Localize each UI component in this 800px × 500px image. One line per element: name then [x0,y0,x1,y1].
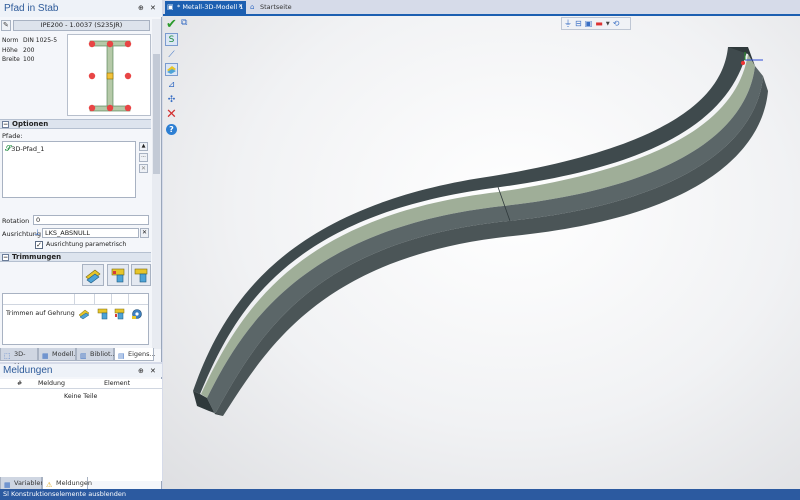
trims-table-header [3,294,148,305]
tab-label: Startseite [260,3,292,11]
profile-pick-button[interactable]: ✎ [1,20,11,31]
messages-panel: Meldungen ⊕ ✕ # Meldung Element Keine Te… [0,364,162,490]
paths-label: Pfade: [2,132,23,140]
tab-model[interactable]: ▦ Modell... [38,348,80,361]
property-label: Höhe [2,46,18,54]
trim-miter-button[interactable] [82,264,104,286]
tab-start-page[interactable]: ⌂ Startseite [249,1,299,14]
alignment-clear-button[interactable]: ✕ [140,228,149,238]
library-icon: ▥ [80,352,87,360]
properties-icon: ▤ [118,352,125,360]
parametric-checkbox[interactable]: ✓ [35,241,43,249]
pencil-icon: ✎ [3,21,9,29]
paths-list[interactable]: 𝓢3D-Pfad_1 [2,141,136,198]
document-tab-bar: ▣ * Metall-3D-Modell 1 ✕ ⌂ Startseite [163,0,800,14]
trim-straight-button[interactable] [107,264,129,286]
options-section-header[interactable]: − Optionen [0,119,151,129]
path-remove-button[interactable]: ··· [139,153,148,162]
table-row[interactable]: Trimmen auf Gehrung [3,306,148,321]
parametric-label: Ausrichtung parametrisch [46,241,127,248]
tab-label: * Metall-3D-Modell 1 [177,3,244,11]
column-header[interactable]: Meldung [38,379,65,388]
status-bar: Sl Konstruktionselemente ausblenden [0,489,800,500]
trims-table: Trimmen auf Gehrung [2,293,149,345]
butt-joint-icon [134,268,148,283]
pin-icon[interactable]: ⊕ [138,367,144,375]
trim-row-label: Trimmen auf Gehrung [6,310,75,317]
panel-scrollbar[interactable] [152,19,161,349]
path-up-button[interactable]: ▲ [139,142,148,151]
tab-label: Eigens... [128,350,156,358]
close-icon[interactable]: ✕ [150,4,156,12]
collapse-toggle-icon[interactable]: − [2,253,9,261]
property-row: Höhe 200 [2,46,62,56]
panel-tabs: ⬚3D-Mo... ▦Modell... ▥Bibliot... ▤Eigens… [0,348,162,370]
column-header[interactable]: # [17,379,22,388]
property-value: 200 [23,46,35,54]
property-value: 100 [23,56,35,63]
model-tree-icon: ⬚ [4,352,11,360]
rotation-input[interactable]: 0 [33,215,149,225]
miter-icon [85,269,101,284]
straight-cut-icon [111,268,125,283]
viewport-3d[interactable]: ⧉ ✔ S ⟋ ⊿ ✣ ✕ ? ⏚ ⊟ ▣ ▬ ▼ ⟲ [163,14,800,489]
profile-preview [67,34,151,116]
home-icon: ⌂ [250,3,255,11]
property-label: Breite [2,56,20,63]
close-icon[interactable]: ✕ [150,367,156,375]
profile-properties: Norm DIN 1025-5 Höhe 200 Breite 100 [2,36,62,65]
profile-name-field[interactable]: IPE200 - 1.0037 (S235JR) [13,20,150,31]
pin-icon[interactable]: ⊕ [138,4,144,12]
tab-label: Meldungen [56,479,93,487]
rotation-label: Rotation [2,217,30,225]
panel-title: Pfad in Stab [4,3,59,14]
tab-label: Bibliot... [90,350,117,358]
document-icon: ▣ [167,3,174,11]
column-header[interactable]: Element [104,379,130,388]
empty-messages-text: Keine Teile [64,393,98,400]
tab-document[interactable]: ▣ * Metall-3D-Modell 1 ✕ [165,1,246,14]
scrollbar-thumb[interactable] [153,54,160,174]
straight-cut-icon[interactable] [96,307,110,320]
messages-table-header: # Meldung Element [0,379,162,389]
tab-3d-model[interactable]: ⬚3D-Mo... [0,348,38,370]
path-delete-button[interactable]: ✕ [139,164,148,173]
trims-section-header[interactable]: − Trimmungen [0,252,151,262]
axis-icon: ⊥ [34,228,41,237]
property-row: Breite 100 [2,55,62,65]
collapse-toggle-icon[interactable]: − [2,120,9,128]
tab-properties[interactable]: ▤ Eigens... [114,348,156,361]
property-panel: Pfad in Stab ⊕ ✕ ✎ IPE200 - 1.0037 (S235… [0,0,162,370]
miter-icon[interactable] [78,307,92,320]
options-header-label: Optionen [12,120,49,128]
curved-beam-model[interactable] [163,16,800,489]
property-value: DIN 1025-5 [23,37,58,44]
tab-label: Variablen [14,479,45,487]
messages-list: Keine Teile [0,389,162,481]
close-icon[interactable]: ✕ [238,1,243,13]
property-panel-header: Pfad in Stab ⊕ ✕ [0,0,162,17]
tab-library[interactable]: ▥ Bibliot... [76,348,117,361]
trims-header-label: Trimmungen [12,253,62,261]
gear-cut-icon[interactable] [130,307,144,320]
status-text-icon: Sl [3,490,11,498]
butt-joint-icon[interactable] [113,307,127,320]
list-item[interactable]: 𝓢3D-Pfad_1 [3,142,135,156]
messages-header: Meldungen ⊕ ✕ [0,364,162,377]
model-icon: ▦ [42,352,49,360]
status-text: Konstruktionselemente ausblenden [11,490,127,498]
property-label: Norm [2,37,19,44]
messages-title: Meldungen [3,365,53,376]
alignment-input[interactable]: LKS_ABSNULL [42,228,139,238]
ibeam-preview-icon [88,40,132,112]
trim-butt-button[interactable] [131,264,151,286]
property-row: Norm DIN 1025-5 [2,36,62,46]
path-item-label: 3D-Pfad_1 [11,145,45,153]
